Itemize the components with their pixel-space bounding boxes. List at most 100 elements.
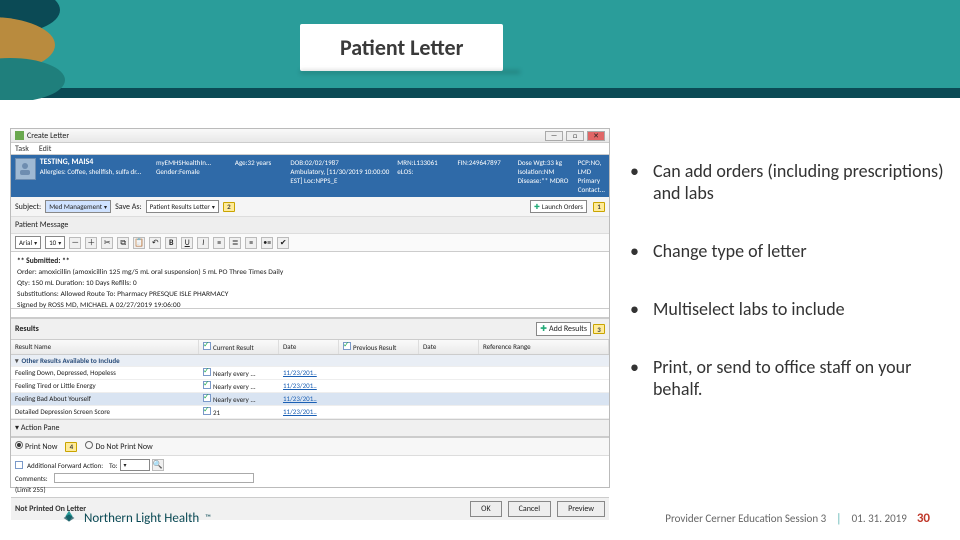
font-select[interactable]: Arial▾ bbox=[15, 236, 41, 249]
action-pane-header[interactable]: ▾ Action Pane bbox=[11, 419, 609, 437]
trademark-icon: ™ bbox=[205, 513, 211, 523]
align-left-icon[interactable]: ≡ bbox=[213, 237, 225, 249]
subject-select[interactable]: Med Management▾ bbox=[45, 200, 111, 213]
chevron-down-icon: ▾ bbox=[212, 203, 215, 211]
editor-line: ** Submitted: ** bbox=[17, 256, 603, 267]
maximize-button[interactable]: □ bbox=[566, 131, 584, 141]
patient-name: TESTING, MAIS4 bbox=[40, 158, 152, 167]
add-results-button[interactable]: ✚ Add Results bbox=[536, 322, 591, 336]
align-right-icon[interactable]: ≡ bbox=[245, 237, 257, 249]
th-result-name[interactable]: Result Name bbox=[11, 340, 199, 354]
checkbox-current[interactable] bbox=[203, 342, 211, 350]
undo-icon[interactable]: ↶ bbox=[149, 237, 161, 249]
beacon-icon bbox=[60, 509, 78, 527]
patient-banner: TESTING, MAIS4 Allergies: Coffee, shellf… bbox=[11, 155, 609, 197]
subject-label: Subject: bbox=[15, 202, 41, 212]
size-select[interactable]: 10▾ bbox=[45, 236, 65, 249]
footer-source: Provider Cerner Education Session 3 bbox=[665, 512, 826, 525]
row-checkbox[interactable] bbox=[203, 368, 211, 376]
align-center-icon[interactable]: ≣ bbox=[229, 237, 241, 249]
comments-limit: (Limit 255) bbox=[15, 485, 46, 494]
loc: Ambulatory, [11/30/2019 10:00:00 EST] Lo… bbox=[290, 167, 393, 185]
search-to-button[interactable]: 🔍 bbox=[152, 459, 164, 471]
do-not-print-radio[interactable]: Do Not Print Now bbox=[85, 441, 152, 452]
row-checkbox[interactable] bbox=[203, 394, 211, 402]
italic-button[interactable]: I bbox=[197, 237, 209, 249]
action-pane: Print Now 4 Do Not Print Now bbox=[11, 437, 609, 455]
row-checkbox[interactable] bbox=[203, 381, 211, 389]
th-date2[interactable]: Date bbox=[419, 340, 479, 354]
bullet-list-icon[interactable]: •≡ bbox=[261, 237, 273, 249]
add-icon: ✚ bbox=[540, 324, 547, 334]
bullet-item: Can add orders (including prescriptions)… bbox=[630, 160, 950, 204]
table-row[interactable]: Feeling Tired or Little Energy Nearly ev… bbox=[11, 380, 609, 393]
callout-3: 3 bbox=[593, 324, 605, 334]
primary-contact: Primary Contact... bbox=[578, 176, 605, 194]
collapse-icon[interactable]: ▾ bbox=[15, 356, 19, 365]
table-row[interactable]: Detailed Depression Screen Score 21 11/2… bbox=[11, 406, 609, 419]
subject-row: Subject: Med Management▾ Save As: Patien… bbox=[11, 197, 609, 217]
spellcheck-icon[interactable]: ✔ bbox=[277, 237, 289, 249]
portal: myEMHSHealthIn... bbox=[156, 158, 231, 167]
gender: Gender:Female bbox=[156, 167, 231, 176]
editor-line: Qty: 150 mL Duration: 10 Days Refills: 0 bbox=[17, 278, 603, 289]
minimize-button[interactable]: — bbox=[545, 131, 563, 141]
window-titlebar: Create Letter — □ ✕ bbox=[11, 129, 609, 143]
print-now-radio[interactable]: Print Now bbox=[15, 441, 57, 452]
patient-avatar-icon bbox=[15, 158, 36, 180]
th-reference[interactable]: Reference Range bbox=[479, 340, 609, 354]
table-head: Result Name Current Result Date Previous… bbox=[11, 340, 609, 355]
separator: │ bbox=[836, 512, 842, 525]
underline-button[interactable]: U bbox=[181, 237, 193, 249]
menu-task[interactable]: Task bbox=[15, 144, 29, 154]
table-category-row[interactable]: ▾Other Results Available to Include bbox=[11, 355, 609, 367]
cut-icon[interactable]: ✂ bbox=[101, 237, 113, 249]
dark-stripe bbox=[0, 88, 960, 98]
collapse-icon[interactable]: ▾ bbox=[15, 423, 19, 433]
th-current[interactable]: Current Result bbox=[199, 340, 279, 354]
saveas-label: Save As: bbox=[115, 202, 142, 212]
callout-2: 2 bbox=[223, 202, 235, 212]
results-header: Results ✚ Add Results 3 bbox=[11, 318, 609, 340]
menu-edit[interactable]: Edit bbox=[39, 144, 52, 154]
paste-icon[interactable]: 📋 bbox=[133, 237, 145, 249]
corner-art bbox=[0, 0, 110, 100]
launch-orders-button[interactable]: ✚ Launch Orders bbox=[530, 200, 587, 213]
th-date1[interactable]: Date bbox=[279, 340, 339, 354]
slide-title: Patient Letter bbox=[300, 24, 503, 71]
footer-date: 01. 31. 2019 bbox=[852, 512, 907, 525]
to-select[interactable]: ▾ bbox=[120, 459, 150, 471]
fin: FIN:249647897 bbox=[457, 158, 513, 167]
editor-line: Order: amoxicillin (amoxicillin 125 mg/5… bbox=[17, 267, 603, 278]
saveas-select[interactable]: Patient Results Letter▾ bbox=[146, 200, 219, 213]
bullet-item: Change type of letter bbox=[630, 240, 950, 262]
bullet-list: Can add orders (including prescriptions)… bbox=[630, 160, 950, 436]
close-button[interactable]: ✕ bbox=[587, 131, 605, 141]
title-shadow bbox=[300, 70, 520, 74]
plus-icon: ✚ bbox=[534, 202, 540, 211]
to-label: To: bbox=[109, 461, 117, 470]
disease: Disease:** MDRO bbox=[518, 176, 574, 185]
results-label: Results bbox=[15, 324, 39, 334]
zoom-out-icon[interactable]: － bbox=[69, 237, 81, 249]
table-row[interactable]: Feeling Bad About Yourself Nearly every … bbox=[11, 393, 609, 406]
copy-icon[interactable]: ⧉ bbox=[117, 237, 129, 249]
slide-header: Patient Letter bbox=[0, 0, 960, 100]
table-row[interactable]: Feeling Down, Depressed, Hopeless Nearly… bbox=[11, 367, 609, 380]
bold-button[interactable]: B bbox=[165, 237, 177, 249]
dose-weight: Dose Wgt:33 kg bbox=[518, 158, 574, 167]
slide-footer: Northern Light Health ™ Provider Cerner … bbox=[0, 504, 960, 532]
editor-area[interactable]: ** Submitted: ** Order: amoxicillin (amo… bbox=[11, 252, 609, 308]
additional-forward-check[interactable]: Additional Forward Action: bbox=[15, 461, 103, 470]
th-previous[interactable]: Previous Result bbox=[339, 340, 419, 354]
row-checkbox[interactable] bbox=[203, 407, 211, 415]
isolation: Isolation:NM bbox=[518, 167, 574, 176]
callout-1: 1 bbox=[593, 202, 605, 212]
checkbox-previous[interactable] bbox=[343, 342, 351, 350]
zoom-in-icon[interactable]: ＋ bbox=[85, 237, 97, 249]
app-screenshot: Create Letter — □ ✕ Task Edit TESTING, M… bbox=[10, 128, 610, 488]
comments-input[interactable] bbox=[54, 473, 254, 483]
app-icon bbox=[15, 131, 24, 140]
org-logo: Northern Light Health ™ bbox=[60, 509, 211, 527]
bullet-item: Print, or send to office staff on your b… bbox=[630, 356, 950, 400]
